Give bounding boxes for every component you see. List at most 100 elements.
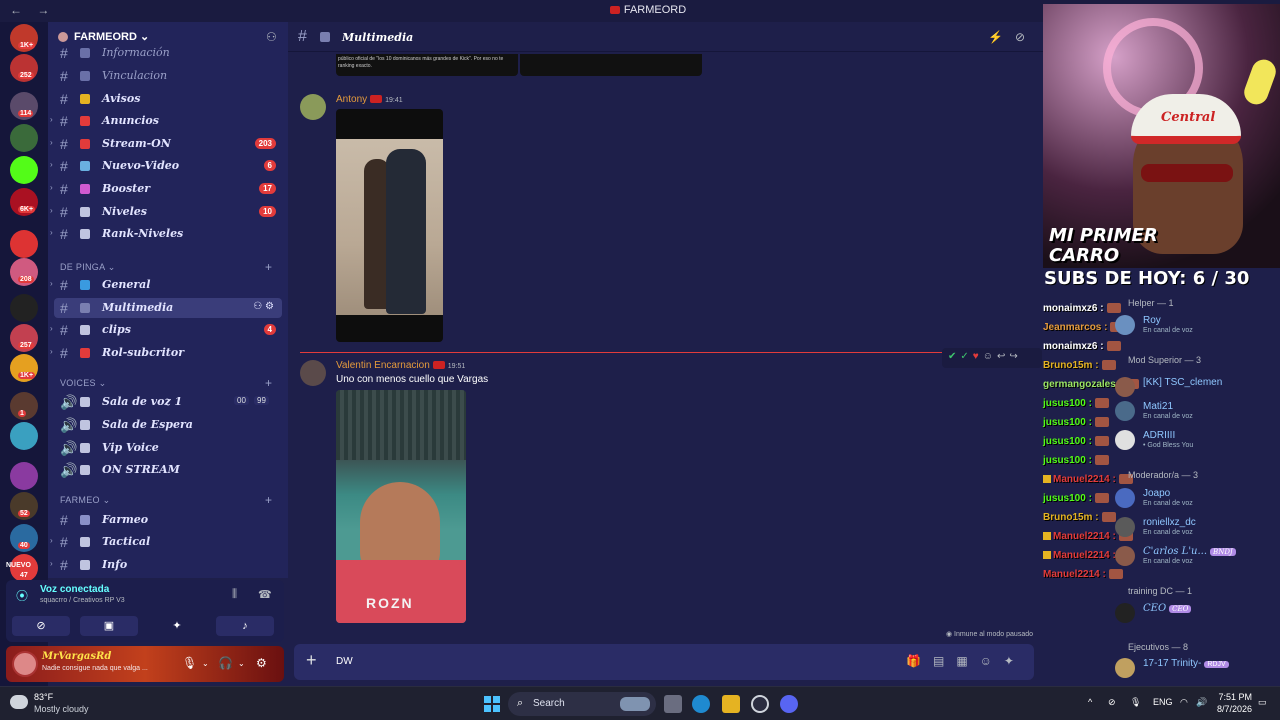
- server-icon-3[interactable]: 114: [10, 92, 38, 120]
- app-icon[interactable]: [751, 695, 769, 713]
- server-header[interactable]: FARMEORD ⌄: [58, 30, 149, 43]
- network-off-icon[interactable]: ⊘: [1108, 697, 1116, 708]
- mic-icon[interactable]: 🎙: [182, 656, 197, 670]
- server-icon-16[interactable]: 40: [10, 524, 38, 552]
- channel-item[interactable]: › # clips 4: [48, 320, 288, 340]
- member-item[interactable]: Roy En canal de voz: [1115, 314, 1280, 338]
- message-author[interactable]: Valentin Encarnacion 19:51: [336, 360, 465, 371]
- audio-options-chevron-icon[interactable]: ⌄: [238, 659, 245, 668]
- channel-category[interactable]: FARMEO ⌄ +: [60, 493, 272, 507]
- tray-chevron-icon[interactable]: ^: [1088, 697, 1092, 707]
- screen-share-button[interactable]: ▣: [80, 616, 138, 636]
- avatar[interactable]: [1115, 517, 1135, 537]
- channel-item[interactable]: › # Nuevo-Video 6: [48, 156, 288, 176]
- member-item[interactable]: Mati21 En canal de voz: [1115, 400, 1280, 424]
- member-group-header[interactable]: training DC — 1: [1128, 586, 1192, 596]
- add-channel-icon[interactable]: +: [265, 493, 272, 507]
- windows-start-icon[interactable]: [484, 696, 500, 712]
- heart-icon[interactable]: ♥: [973, 351, 983, 362]
- clock[interactable]: 7:51 PM 8/7/2026: [1212, 691, 1252, 715]
- disconnect-icon[interactable]: ☎: [258, 588, 272, 601]
- gear-icon[interactable]: ⚙: [256, 656, 267, 670]
- avatar[interactable]: [1115, 603, 1135, 623]
- server-icon-4[interactable]: [10, 124, 38, 152]
- embed-image-1[interactable]: público oficial de "los 10 dominicanos m…: [336, 54, 518, 76]
- mic-options-chevron-icon[interactable]: ⌄: [202, 659, 209, 668]
- forward-icon[interactable]: ↪: [1009, 351, 1021, 362]
- server-icon-11[interactable]: 1K+: [10, 354, 38, 382]
- channel-item[interactable]: › # Stream-ON 203: [48, 134, 288, 154]
- server-icon-12[interactable]: 1: [10, 392, 38, 420]
- headphones-icon[interactable]: 🎧: [218, 656, 233, 670]
- image-attachment[interactable]: [336, 109, 443, 342]
- add-channel-icon[interactable]: +: [265, 376, 272, 390]
- server-icon-1[interactable]: 1K+: [10, 24, 38, 52]
- member-group-header[interactable]: Mod Superior — 3: [1128, 355, 1201, 365]
- reply-icon[interactable]: ↩: [997, 351, 1009, 362]
- avatar[interactable]: [1115, 377, 1135, 397]
- add-member-icon[interactable]: ⚇: [266, 30, 278, 44]
- volume-icon[interactable]: 🔊: [1196, 697, 1207, 708]
- channel-item[interactable]: › # Info: [48, 555, 288, 575]
- member-item[interactable]: C'arlos L'u... BNDJ En canal de voz: [1115, 545, 1280, 569]
- server-icon-2[interactable]: 252: [10, 54, 38, 82]
- camera-off-button[interactable]: ⊘: [12, 616, 70, 636]
- channel-item[interactable]: › # Anuncios: [48, 111, 288, 131]
- discord-icon[interactable]: [780, 695, 798, 713]
- channel-settings-icon[interactable]: ⚇ ⚙: [253, 301, 274, 312]
- embed-image-2[interactable]: [520, 54, 702, 76]
- mic-tray-icon[interactable]: 🎙: [1130, 697, 1141, 708]
- add-channel-icon[interactable]: +: [265, 260, 272, 274]
- edge-icon[interactable]: [692, 695, 710, 713]
- server-icon-14[interactable]: [10, 462, 38, 490]
- channel-item[interactable]: › # Niveles 10: [48, 202, 288, 222]
- task-view-icon[interactable]: [664, 695, 682, 713]
- avatar[interactable]: [1115, 401, 1135, 421]
- message-composer[interactable]: + DW 🎁▤▦☺✦: [294, 644, 1034, 680]
- channel-category[interactable]: DE PINGA ⌄ +: [60, 260, 272, 274]
- channel-item[interactable]: # Vinculacion: [48, 66, 288, 86]
- channel-item[interactable]: › # Tactical: [48, 532, 288, 552]
- wifi-icon[interactable]: ◠: [1180, 697, 1188, 708]
- channel-item[interactable]: 🔊 ON STREAM: [48, 460, 288, 480]
- reaction-icon[interactable]: ✔: [948, 351, 960, 362]
- channel-item[interactable]: › # General: [48, 275, 288, 295]
- server-icon-5[interactable]: [10, 156, 38, 184]
- header-tools[interactable]: ⚡⊘: [988, 30, 1037, 44]
- message-actions[interactable]: ✔✓♥☺↩↪: [942, 348, 1042, 368]
- channel-category[interactable]: VOICES ⌄ +: [60, 376, 272, 390]
- member-item[interactable]: ADRIIII • God Bless You: [1115, 429, 1280, 453]
- member-item[interactable]: roniellxz_dc En canal de voz: [1115, 516, 1280, 540]
- channel-item[interactable]: # Multimedia ⚇ ⚙: [54, 298, 282, 318]
- channel-item[interactable]: 🔊 Sala de Espera: [48, 415, 288, 435]
- noise-suppression-icon[interactable]: ⫼: [232, 588, 237, 601]
- avatar[interactable]: [1115, 315, 1135, 335]
- image-attachment[interactable]: ROZN: [336, 390, 466, 623]
- server-icon-8[interactable]: 208: [10, 258, 38, 286]
- server-icon-10[interactable]: 257: [10, 324, 38, 352]
- channel-item[interactable]: › # Rol-subcritor: [48, 343, 288, 363]
- member-group-header[interactable]: Helper — 1: [1128, 298, 1174, 308]
- avatar[interactable]: [1115, 546, 1135, 566]
- member-item[interactable]: Joapo En canal de voz: [1115, 487, 1280, 511]
- message-input[interactable]: DW: [336, 656, 353, 667]
- channel-item[interactable]: › # Rank-Niveles: [48, 224, 288, 244]
- voice-channel-info[interactable]: squacrro / Creativos RP V3: [40, 597, 125, 604]
- channel-item[interactable]: # Farmeo: [48, 510, 288, 530]
- notification-icon[interactable]: ▭: [1258, 697, 1267, 708]
- message-author[interactable]: Antony 19:41: [336, 94, 403, 105]
- server-icon-7[interactable]: [10, 230, 38, 258]
- plus-icon[interactable]: +: [306, 650, 317, 671]
- server-icon-15[interactable]: 52: [10, 492, 38, 520]
- server-icon-13[interactable]: [10, 422, 38, 450]
- soundboard-button[interactable]: ♪: [216, 616, 274, 636]
- server-icon-9[interactable]: [10, 294, 38, 322]
- avatar[interactable]: [1115, 658, 1135, 678]
- avatar[interactable]: [300, 360, 326, 386]
- channel-item[interactable]: › # Booster 17: [48, 179, 288, 199]
- avatar[interactable]: [1115, 488, 1135, 508]
- language-indicator[interactable]: ENG: [1153, 697, 1173, 707]
- member-item[interactable]: [KK] TSC_clemen: [1115, 376, 1280, 400]
- member-item[interactable]: CEO CEO: [1115, 602, 1280, 626]
- taskbar-search[interactable]: ⌕ Search: [508, 692, 656, 716]
